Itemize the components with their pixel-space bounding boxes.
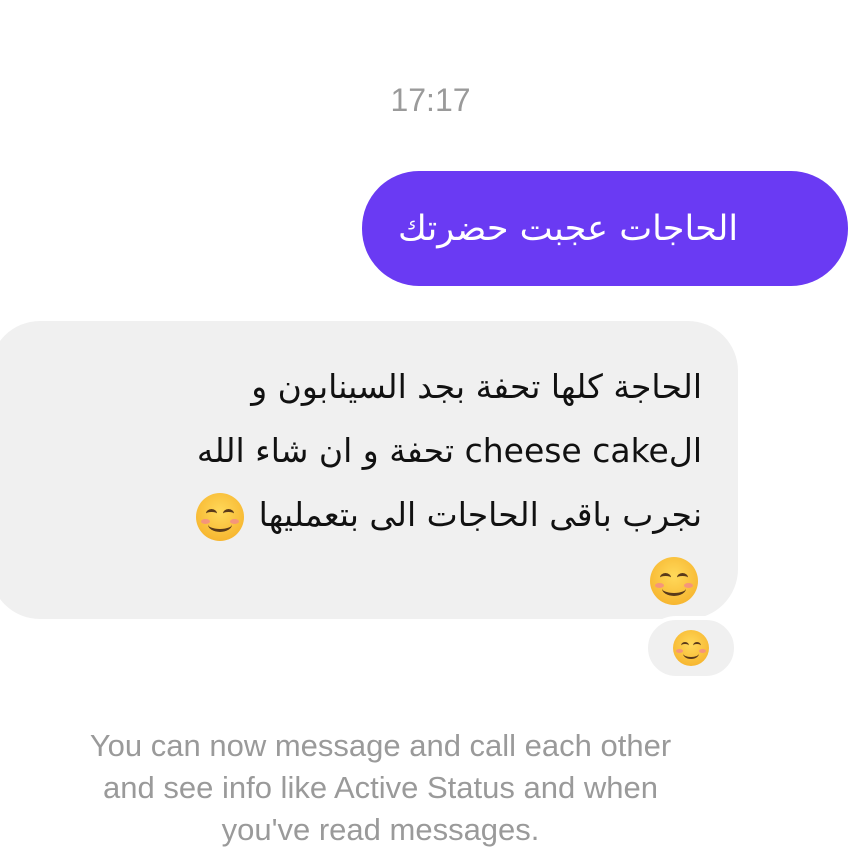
sent-message-bubble[interactable]: الحاجات عجبت حضرتك — [362, 171, 848, 286]
message-timestamp: 17:17 — [390, 82, 471, 118]
received-message-bubble[interactable]: الحاجة كلها تحفة بجد السينابون و الchees… — [0, 321, 738, 619]
received-message-line: الcheese cake تحفة و ان شاء الله — [196, 431, 702, 470]
info-line: and see info like Active Status and when — [103, 770, 658, 805]
info-line: you've read messages. — [221, 812, 540, 847]
message-reaction[interactable] — [644, 616, 738, 680]
received-message-emoji-line — [70, 547, 702, 611]
received-message-line: الحاجة كلها تحفة بجد السينابون و — [251, 367, 702, 406]
smiling-face-reaction-icon — [673, 630, 709, 666]
received-message-line: نجرب باقى الحاجات الى بتعمليها — [70, 483, 702, 547]
received-message-line-text: نجرب باقى الحاجات الى بتعمليها — [258, 495, 702, 534]
info-line: You can now message and call each other — [89, 728, 672, 763]
smiling-face-emoji-icon — [650, 556, 698, 605]
sent-message-text: الحاجات عجبت حضرتك — [398, 208, 739, 249]
smiling-face-emoji-icon — [196, 492, 245, 541]
connection-info-text: You can now message and call each other … — [0, 725, 761, 851]
